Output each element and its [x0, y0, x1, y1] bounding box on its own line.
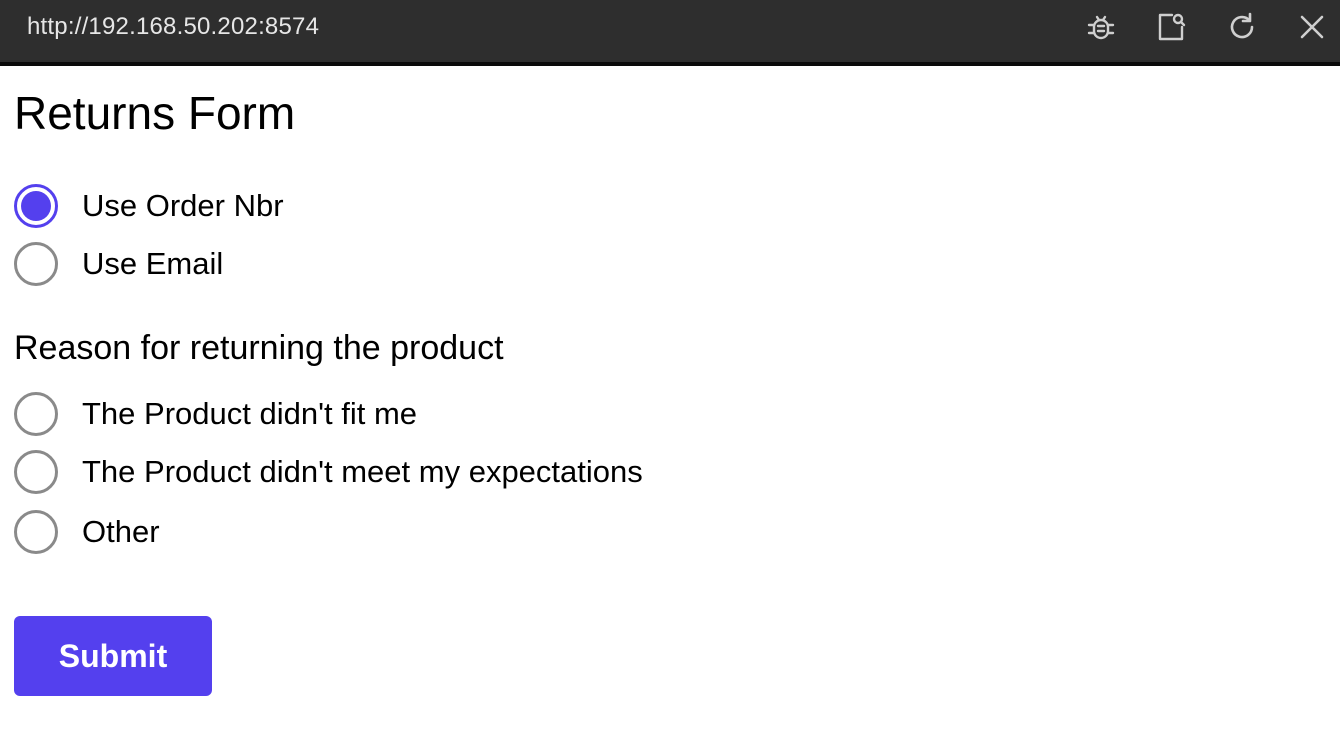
- reason-expectations-option[interactable]: The Product didn't meet my expectations: [14, 448, 643, 496]
- use-email-option[interactable]: Use Email: [14, 240, 223, 288]
- option-label: The Product didn't meet my expectations: [82, 454, 643, 489]
- reason-didnt-fit-option[interactable]: The Product didn't fit me: [14, 390, 417, 438]
- screenshot-icon[interactable]: [1154, 10, 1188, 44]
- radio-button[interactable]: [14, 184, 58, 228]
- option-label: Use Order Nbr: [82, 188, 284, 223]
- close-icon[interactable]: [1295, 10, 1329, 44]
- radio-button[interactable]: [14, 392, 58, 436]
- use-order-nbr-option[interactable]: Use Order Nbr: [14, 182, 284, 230]
- browser-toolbar: http://192.168.50.202:8574: [0, 0, 1340, 66]
- radio-button[interactable]: [14, 450, 58, 494]
- reason-other-option[interactable]: Other: [14, 508, 160, 556]
- radio-button[interactable]: [14, 510, 58, 554]
- reload-icon[interactable]: [1225, 10, 1259, 44]
- url-text[interactable]: http://192.168.50.202:8574: [27, 13, 319, 41]
- submit-button[interactable]: Submit: [14, 616, 212, 696]
- page-title: Returns Form: [14, 87, 296, 139]
- radio-button[interactable]: [14, 242, 58, 286]
- option-label: The Product didn't fit me: [82, 396, 418, 431]
- option-label: Other: [82, 514, 160, 549]
- bug-icon[interactable]: [1084, 10, 1118, 44]
- reason-heading: Reason for returning the product: [14, 329, 504, 367]
- option-label: Use Email: [82, 246, 224, 281]
- returns-form: Returns Form Use Order Nbr Use Email Rea…: [14, 66, 1340, 754]
